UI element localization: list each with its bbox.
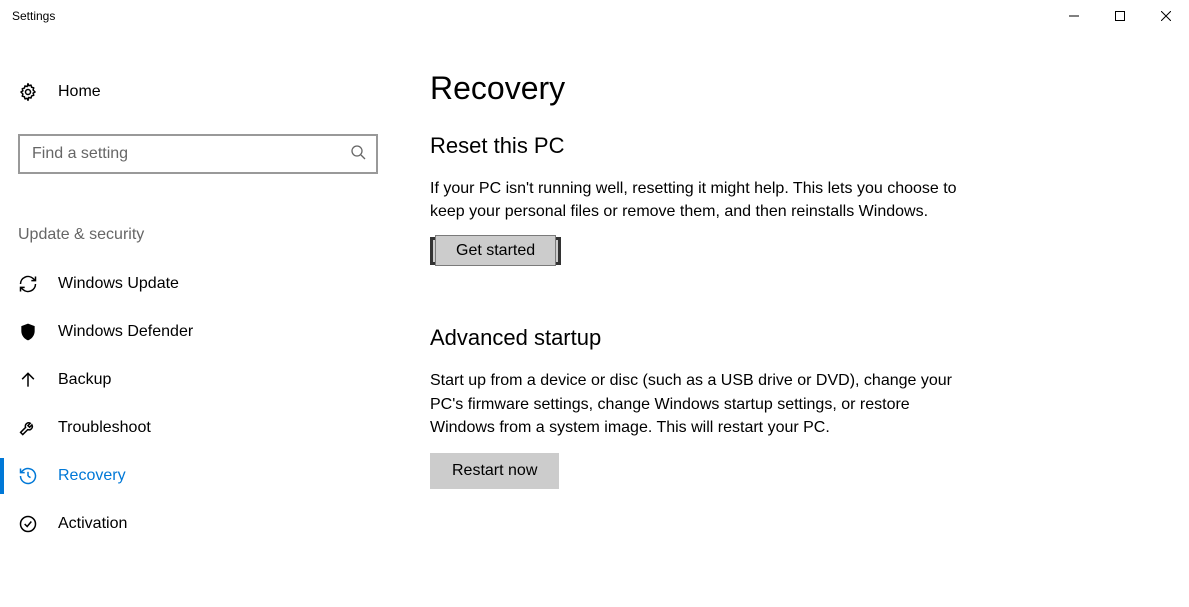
titlebar: Settings	[0, 0, 1189, 32]
category-label: Update & security	[18, 226, 380, 244]
shield-icon	[18, 322, 38, 342]
maximize-button[interactable]	[1097, 0, 1143, 32]
sidebar: Home Update & security Windows Update Wi…	[0, 70, 380, 549]
sidebar-item-windows-update[interactable]: Windows Update	[0, 260, 380, 308]
minimize-button[interactable]	[1051, 0, 1097, 32]
search-input-container[interactable]	[18, 134, 378, 174]
arrow-up-icon	[18, 370, 38, 390]
get-started-label: Get started	[435, 235, 556, 266]
wrench-icon	[18, 418, 38, 438]
sidebar-item-label: Windows Update	[58, 275, 179, 293]
sidebar-item-label: Windows Defender	[58, 323, 193, 341]
home-label: Home	[58, 83, 101, 101]
sidebar-item-activation[interactable]: Activation	[0, 500, 380, 548]
window-title: Settings	[12, 9, 55, 23]
check-circle-icon	[18, 514, 38, 534]
reset-heading: Reset this PC	[430, 133, 1000, 159]
search-input[interactable]	[32, 145, 350, 163]
sidebar-item-label: Activation	[58, 515, 127, 533]
reset-description: If your PC isn't running well, resetting…	[430, 177, 970, 223]
search-icon	[350, 144, 366, 164]
history-icon	[18, 466, 38, 486]
sidebar-item-troubleshoot[interactable]: Troubleshoot	[0, 404, 380, 452]
restart-now-button[interactable]: Restart now	[430, 453, 559, 489]
sidebar-item-label: Troubleshoot	[58, 419, 151, 437]
close-button[interactable]	[1143, 0, 1189, 32]
window-controls	[1051, 0, 1189, 32]
gear-icon	[18, 82, 38, 102]
home-button[interactable]: Home	[18, 70, 380, 114]
sidebar-item-label: Recovery	[58, 467, 126, 485]
advanced-startup-section: Advanced startup Start up from a device …	[430, 325, 1000, 489]
sidebar-item-label: Backup	[58, 371, 111, 389]
reset-pc-section: Reset this PC If your PC isn't running w…	[430, 133, 1000, 265]
get-started-button[interactable]: Get started	[430, 237, 561, 265]
sidebar-item-backup[interactable]: Backup	[0, 356, 380, 404]
page-title: Recovery	[430, 70, 1000, 107]
sidebar-item-recovery[interactable]: Recovery	[0, 452, 380, 500]
sidebar-item-windows-defender[interactable]: Windows Defender	[0, 308, 380, 356]
advanced-heading: Advanced startup	[430, 325, 1000, 351]
sync-icon	[18, 274, 38, 294]
main-content: Recovery Reset this PC If your PC isn't …	[380, 70, 1000, 549]
advanced-description: Start up from a device or disc (such as …	[430, 369, 970, 439]
